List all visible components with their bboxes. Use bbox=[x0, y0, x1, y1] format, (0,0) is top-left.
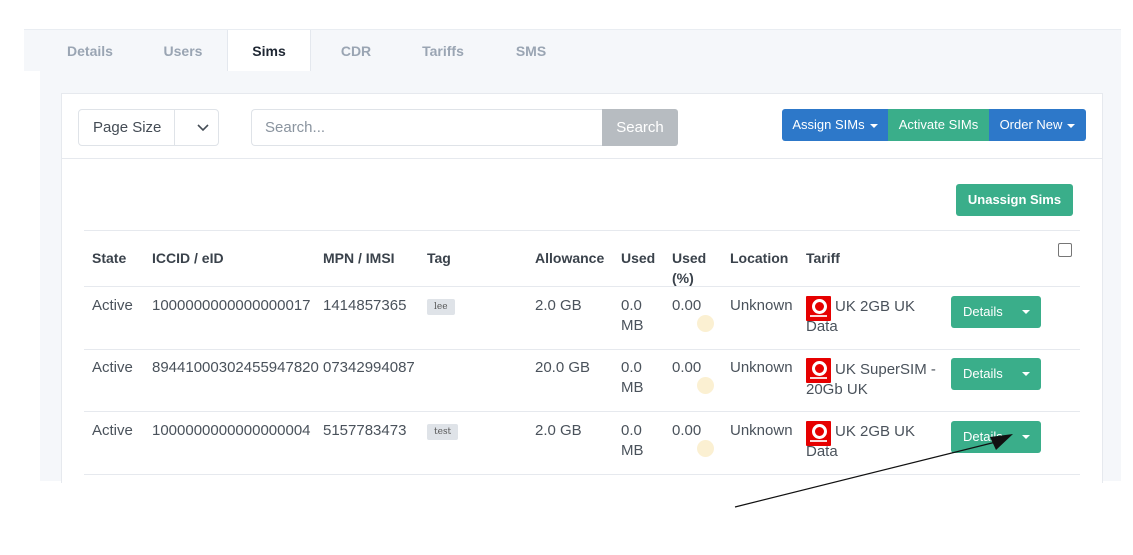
tag-badge: test bbox=[427, 424, 459, 440]
cell-mpn: 5157783473 bbox=[323, 422, 407, 439]
toolbar-divider bbox=[62, 158, 1102, 159]
details-dropdown-button[interactable]: Details bbox=[951, 421, 1041, 453]
cell-used-unit: MB bbox=[621, 379, 644, 396]
caret-down-icon bbox=[869, 123, 878, 128]
cell-used-unit: MB bbox=[621, 317, 644, 334]
header-used-pct-line1: Used bbox=[672, 250, 707, 266]
details-dropdown-button[interactable]: Details bbox=[951, 358, 1041, 390]
cell-iccid: 89441000302455947820 bbox=[152, 359, 319, 376]
cell-used-value: 0.0 bbox=[621, 359, 642, 376]
cell-used-pct: 0.00 bbox=[672, 422, 702, 439]
header-mpn: MPN / IMSI bbox=[323, 250, 395, 266]
header-tariff: Tariff bbox=[806, 250, 840, 266]
details-label: Details bbox=[963, 304, 1003, 319]
cell-iccid: 1000000000000000017 bbox=[152, 297, 311, 314]
page-size-label: Page Size bbox=[93, 119, 162, 136]
cell-used-pct: 0.00 bbox=[672, 359, 702, 376]
cell-used: 0.0 MB bbox=[621, 421, 644, 461]
chevron-down-icon bbox=[197, 110, 209, 145]
cell-allowance: 2.0 GB bbox=[535, 297, 582, 314]
cell-mpn: 1414857365 bbox=[323, 297, 407, 314]
row-divider bbox=[84, 411, 1080, 412]
tab-bar: Details Users Sims CDR Tariffs SMS bbox=[24, 29, 1121, 73]
cell-location: Unknown bbox=[730, 359, 793, 376]
caret-down-icon bbox=[1022, 372, 1030, 376]
caret-down-icon bbox=[1022, 435, 1030, 439]
cell-state: Active bbox=[92, 422, 133, 439]
header-used-pct: Used (%) bbox=[672, 248, 706, 288]
cell-mpn: 07342994087 bbox=[323, 359, 415, 376]
cell-used-value: 0.0 bbox=[621, 422, 642, 439]
tab-sms[interactable]: SMS bbox=[489, 30, 573, 72]
header-used-pct-line2: (%) bbox=[672, 270, 694, 286]
caret-down-icon bbox=[1022, 310, 1030, 314]
tab-users[interactable]: Users bbox=[141, 30, 225, 72]
header-location: Location bbox=[730, 250, 789, 266]
cell-location: Unknown bbox=[730, 422, 793, 439]
details-label: Details bbox=[963, 366, 1003, 381]
header-used: Used bbox=[621, 250, 656, 266]
activate-sims-button[interactable]: Activate SIMs bbox=[888, 109, 989, 141]
cell-used-pct: 0.00 bbox=[672, 297, 702, 314]
table-top-line bbox=[84, 230, 1080, 231]
header-allowance: Allowance bbox=[535, 250, 605, 266]
cell-allowance: 2.0 GB bbox=[535, 422, 582, 439]
header-tag: Tag bbox=[427, 250, 451, 266]
usage-indicator bbox=[697, 440, 714, 457]
usage-indicator bbox=[697, 315, 714, 332]
cell-tariff: UK 2GB UK Data bbox=[806, 423, 916, 460]
tab-sims[interactable]: Sims bbox=[227, 30, 311, 73]
cell-tariff: UK SuperSIM - 20Gb UK bbox=[806, 361, 936, 398]
cell-used-unit: MB bbox=[621, 442, 644, 459]
details-label: Details bbox=[963, 429, 1003, 444]
page-size-select[interactable]: Page Size bbox=[78, 109, 219, 146]
cell-state: Active bbox=[92, 297, 133, 314]
header-state: State bbox=[92, 250, 127, 266]
tab-tariffs[interactable]: Tariffs bbox=[400, 30, 486, 72]
cell-location: Unknown bbox=[730, 297, 793, 314]
select-all-checkbox[interactable] bbox=[1058, 243, 1072, 257]
unassign-sims-button[interactable]: Unassign Sims bbox=[956, 184, 1073, 216]
table-header-line bbox=[84, 286, 1080, 287]
details-dropdown-button[interactable]: Details bbox=[951, 296, 1041, 328]
search-button[interactable]: Search bbox=[602, 109, 678, 146]
row-divider bbox=[84, 474, 1080, 475]
row-divider bbox=[84, 349, 1080, 350]
order-new-label: Order New bbox=[999, 117, 1063, 132]
order-new-button[interactable]: Order New bbox=[989, 109, 1086, 141]
usage-indicator bbox=[697, 377, 714, 394]
header-iccid: ICCID / eID bbox=[152, 250, 224, 266]
tag-badge: lee bbox=[427, 299, 455, 315]
cell-used-value: 0.0 bbox=[621, 297, 642, 314]
cell-used: 0.0 MB bbox=[621, 358, 644, 398]
page-size-divider bbox=[174, 110, 175, 145]
cell-tariff: UK 2GB UK Data bbox=[806, 298, 916, 335]
assign-sims-button[interactable]: Assign SIMs bbox=[782, 109, 888, 141]
cell-allowance: 20.0 GB bbox=[535, 359, 591, 376]
tab-cdr[interactable]: CDR bbox=[314, 30, 398, 72]
cell-iccid: 1000000000000000004 bbox=[152, 422, 311, 439]
search-input[interactable] bbox=[251, 109, 603, 146]
assign-sims-label: Assign SIMs bbox=[792, 117, 865, 132]
cell-used: 0.0 MB bbox=[621, 296, 644, 336]
cell-state: Active bbox=[92, 359, 133, 376]
caret-down-icon bbox=[1067, 123, 1076, 128]
tab-details[interactable]: Details bbox=[47, 30, 133, 72]
